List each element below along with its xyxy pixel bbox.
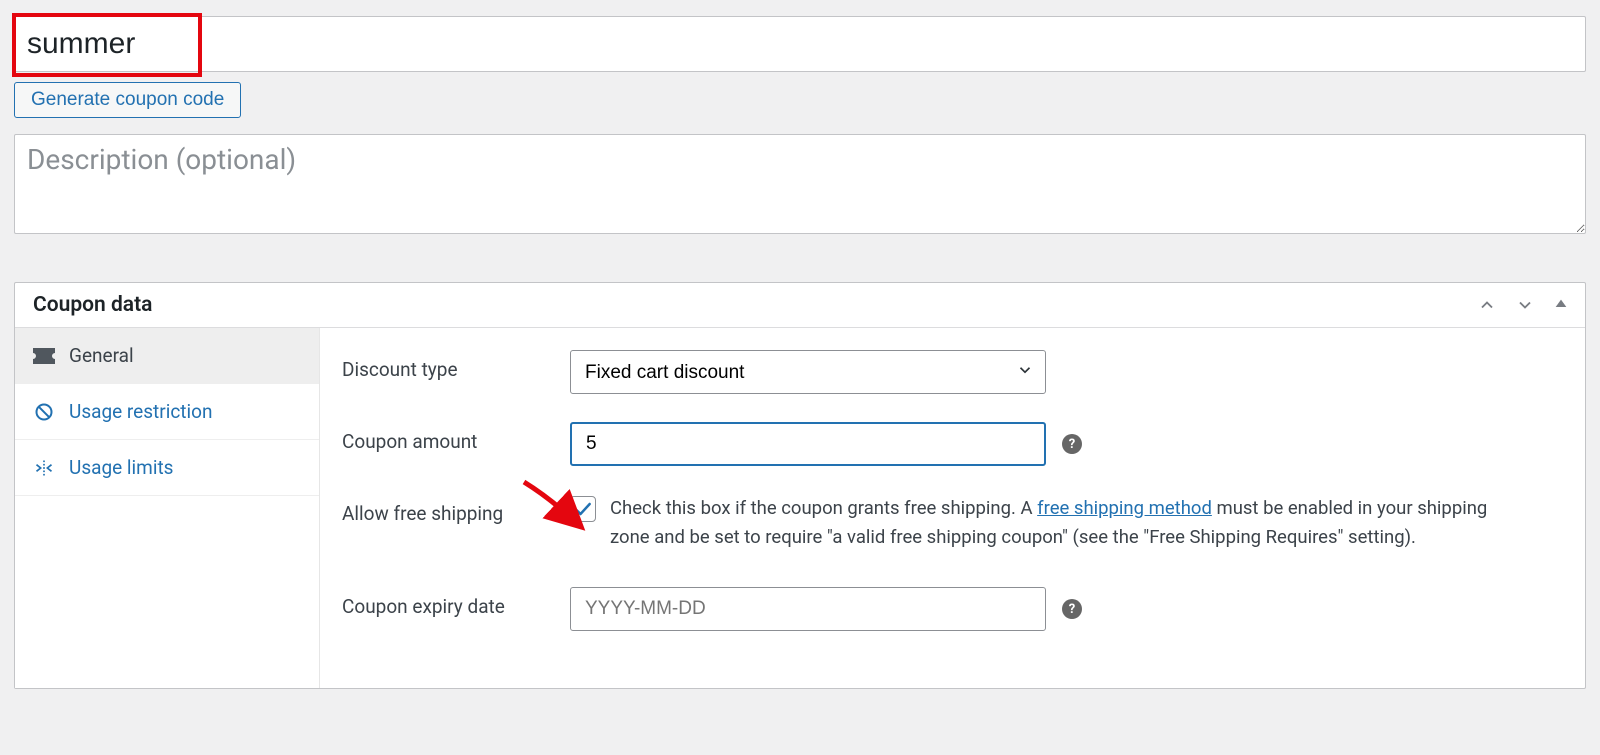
tab-label: Usage limits — [69, 456, 173, 479]
tab-label: General — [69, 344, 134, 367]
coupon-data-header: Coupon data — [15, 283, 1585, 328]
coupon-code-input[interactable] — [14, 16, 1586, 72]
help-icon[interactable]: ? — [1062, 434, 1082, 454]
arrows-collapse-icon — [33, 458, 55, 478]
coupon-description-textarea[interactable] — [14, 134, 1586, 234]
ticket-icon — [33, 348, 55, 364]
coupon-title-wrap — [14, 16, 1586, 72]
prohibited-icon — [33, 402, 55, 422]
coupon-amount-row: Coupon amount ? — [342, 422, 1563, 466]
coupon-expiry-row: Coupon expiry date ? — [342, 587, 1563, 631]
coupon-data-header-actions — [1477, 295, 1569, 315]
discount-type-label: Discount type — [342, 350, 570, 381]
collapse-toggle-icon[interactable] — [1553, 295, 1569, 315]
discount-type-row: Discount type Fixed cart discount — [342, 350, 1563, 394]
tab-general[interactable]: General — [15, 328, 319, 384]
generate-coupon-code-button[interactable]: Generate coupon code — [14, 82, 241, 118]
help-text-before: Check this box if the coupon grants free… — [610, 497, 1037, 519]
tab-usage-restriction[interactable]: Usage restriction — [15, 384, 319, 440]
coupon-data-tabs: General Usage restriction Usage limits — [15, 328, 320, 688]
move-down-icon[interactable] — [1515, 295, 1535, 315]
free-shipping-method-link[interactable]: free shipping method — [1037, 497, 1212, 519]
tab-usage-limits[interactable]: Usage limits — [15, 440, 319, 496]
allow-free-shipping-row: Allow free shipping Check this box if th… — [342, 494, 1563, 551]
coupon-expiry-input[interactable] — [570, 587, 1046, 631]
free-shipping-help-text: Check this box if the coupon grants free… — [610, 494, 1530, 551]
free-shipping-checkbox[interactable] — [570, 496, 596, 522]
tab-label: Usage restriction — [69, 400, 212, 423]
coupon-amount-input[interactable] — [570, 422, 1046, 466]
discount-type-select[interactable]: Fixed cart discount — [570, 350, 1046, 394]
coupon-data-title: Coupon data — [33, 293, 152, 317]
coupon-amount-label: Coupon amount — [342, 422, 570, 453]
help-icon[interactable]: ? — [1062, 599, 1082, 619]
move-up-icon[interactable] — [1477, 295, 1497, 315]
coupon-expiry-label: Coupon expiry date — [342, 587, 570, 618]
general-panel: Discount type Fixed cart discount — [320, 328, 1585, 688]
coupon-data-panel: Coupon data General — [14, 282, 1586, 689]
allow-free-shipping-label: Allow free shipping — [342, 494, 570, 525]
